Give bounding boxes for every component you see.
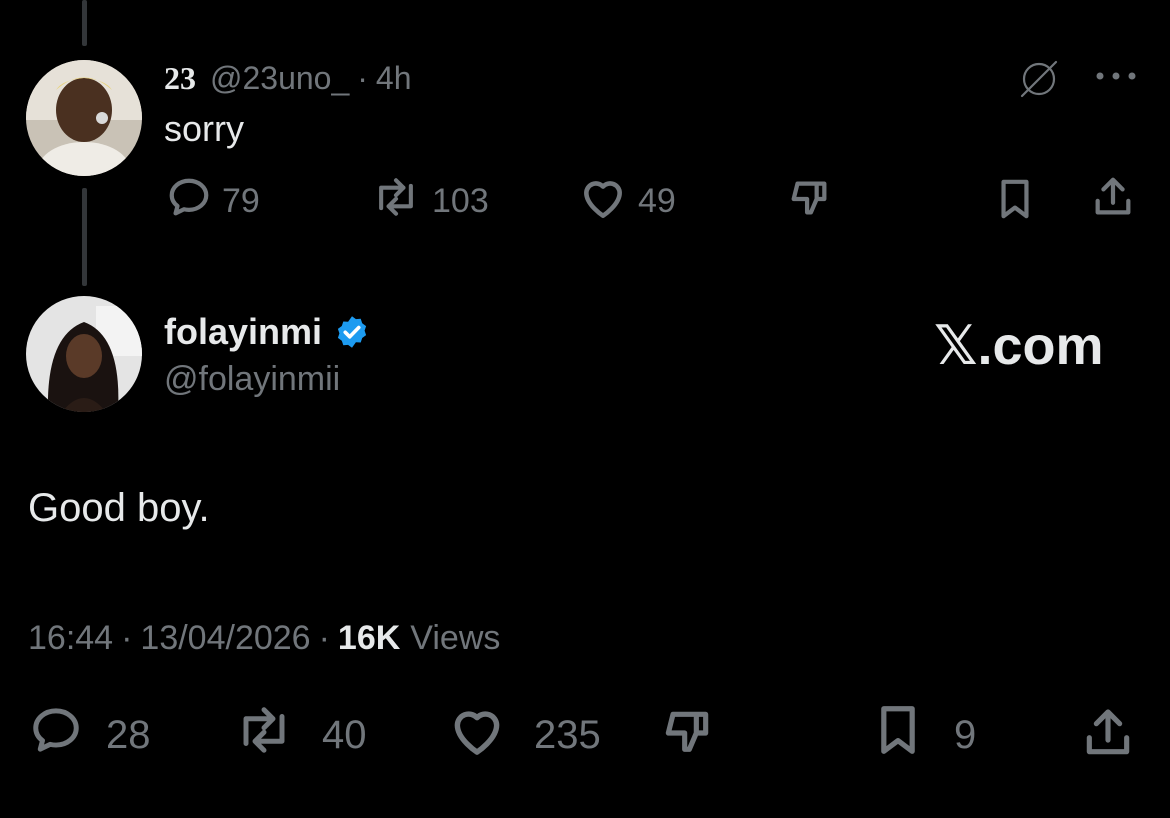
reply-repost-button[interactable]: 103 [370,177,489,224]
main-repost-count: 40 [322,712,367,757]
main-views-count[interactable]: 16K [338,619,400,658]
reply-like-count: 49 [638,181,676,220]
main-reply-count: 28 [106,712,151,757]
repost-icon [232,703,296,767]
main-reply-button[interactable]: 28 [28,708,151,762]
reply-reply-button[interactable]: 79 [166,178,260,224]
reply-icon [28,703,84,767]
reply-handle[interactable]: @23uno_ [210,60,349,97]
reply-reply-count: 79 [222,181,260,220]
reply-time[interactable]: 4h [376,60,412,97]
bookmark-icon [994,176,1036,227]
reply-dislike-button[interactable] [786,178,832,224]
reply-bookmark-button[interactable] [994,178,1036,224]
main-tweet-text: Good boy. [28,486,210,530]
main-repost-button[interactable]: 40 [232,707,367,762]
main-display-name[interactable]: folayinmi [164,311,322,353]
reply-text: sorry [164,108,244,149]
main-timestamp-date[interactable]: 13/04/2026 [140,619,310,658]
main-share-button[interactable] [1080,706,1136,764]
reply-share-button[interactable] [1090,176,1136,222]
thread-line-bottom [82,188,87,286]
bookmark-icon [872,701,924,769]
dislike-icon [658,705,716,766]
meta-separator-1: · [121,618,133,657]
dislike-icon [786,176,832,227]
reply-repost-count: 103 [432,181,489,220]
reply-display-name[interactable]: 23 [164,60,196,97]
avatar-23uno[interactable] [26,60,142,176]
main-dislike-button[interactable] [658,708,716,762]
main-meta-row: 16:44 · 13/04/2026 · 16K Views [28,616,500,660]
reply-like-button[interactable]: 49 [578,178,676,224]
like-icon [578,174,628,229]
grok-icon[interactable] [1016,56,1062,102]
share-icon [1090,173,1136,226]
main-like-count: 235 [534,712,601,757]
reply-header: 23 @23uno_ · 4h [164,58,412,98]
main-handle[interactable]: @folayinmii [164,360,340,399]
like-icon [446,703,508,767]
avatar-folayinmi[interactable] [26,296,142,412]
main-timestamp-time[interactable]: 16:44 [28,619,113,658]
reply-separator: · [357,59,368,96]
main-bookmark-count: 9 [954,712,977,757]
meta-separator-2: · [318,618,330,657]
repost-icon [370,174,422,229]
main-views-label: Views [410,618,501,657]
main-bookmark-button[interactable]: 9 [872,706,976,764]
thread-line-top [82,0,87,46]
reply-icon [166,174,212,229]
share-icon [1080,704,1136,767]
verified-badge-icon[interactable] [334,314,370,350]
main-name-row: folayinmi [164,310,370,354]
more-icon[interactable] [1094,66,1140,86]
main-like-button[interactable]: 235 [446,708,601,762]
xcom-watermark: 𝕏.com [934,316,1104,376]
